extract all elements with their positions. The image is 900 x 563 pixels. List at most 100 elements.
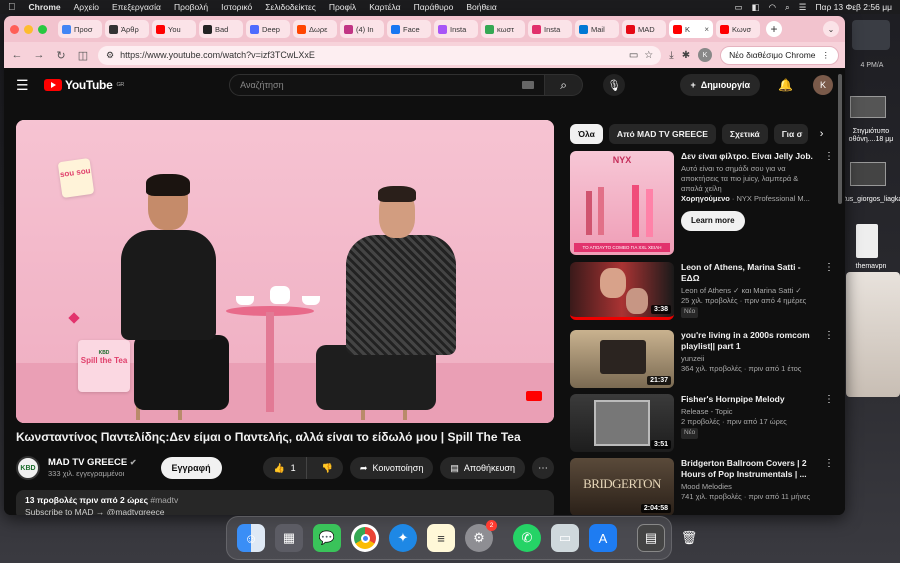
share-button[interactable]: ➦ Κοινοποίηση — [349, 457, 434, 479]
kebab-menu-icon[interactable]: ⋮ — [824, 394, 834, 452]
airplay-icon[interactable]: ▭ — [735, 2, 743, 13]
bookmark-star-icon[interactable]: ☆ — [644, 50, 653, 61]
desktop-file-screenshot[interactable]: Στιγμιότυπο οθόνη....18 μμ — [842, 128, 900, 145]
search-icon[interactable]: ⌕ — [785, 2, 790, 13]
tab[interactable]: Mail — [575, 20, 619, 38]
kebab-menu-icon[interactable]: ⋮ — [824, 262, 834, 320]
kebab-menu-icon[interactable]: ⋮ — [824, 151, 834, 255]
app-store-icon[interactable]: A — [589, 524, 617, 552]
video-player[interactable]: sou sou KBD Spill the Tea — [16, 120, 554, 423]
document-icon[interactable] — [856, 224, 878, 258]
desktop-file-liagkas[interactable]: 2us_giorgos_liagkas — [842, 196, 900, 204]
notes-icon[interactable]: ≡ — [427, 524, 455, 552]
chevron-right-icon[interactable]: › — [820, 128, 824, 140]
channel-name-row[interactable]: MAD TV GREECE ✔ — [48, 457, 137, 469]
address-bar[interactable]: ⚙ https://www.youtube.com/watch?v=izf3TC… — [98, 45, 662, 65]
save-button[interactable]: ▤ Αποθήκευση — [440, 457, 525, 479]
messages-icon[interactable]: 💬 — [313, 524, 341, 552]
preview-icon[interactable]: ▭ — [551, 524, 579, 552]
channel-name[interactable]: MAD TV GREECE — [48, 457, 127, 468]
search-button[interactable]: ⌕ — [545, 74, 584, 96]
video-thumbnail[interactable]: 3:38 — [570, 262, 674, 320]
sponsored-item[interactable]: NYX ΤΟ ΑΠΟΛΥΤΟ COMBO ΓΙΑ XXL ΧΕΙΛΗ Δεν ε… — [570, 151, 834, 255]
keyboard-icon[interactable] — [522, 81, 535, 89]
recommended-video-channel[interactable]: Mood Melodies — [681, 482, 817, 492]
recommended-video-channel[interactable]: yunzeii — [681, 354, 817, 364]
video-thumbnail[interactable]: 3:51 — [570, 394, 674, 452]
back-icon[interactable]: ← — [10, 49, 24, 61]
whatsapp-icon[interactable]: ✆ — [513, 524, 541, 552]
description-hashtag[interactable]: #madtv — [150, 495, 178, 505]
download-icon[interactable]: ⤓ — [669, 50, 673, 61]
tab[interactable]: Άρθρ — [105, 20, 149, 38]
tab[interactable]: Προσ — [58, 20, 102, 38]
create-button[interactable]: + Δημιουργία — [680, 74, 761, 96]
control-center-icon[interactable]: ☰ — [799, 2, 807, 13]
recommended-video[interactable]: 21:37 you're living in a 2000s romcom pl… — [570, 330, 834, 388]
tab[interactable]: Face — [387, 20, 431, 38]
site-info-icon[interactable]: ⚙ — [106, 50, 114, 61]
chip-all[interactable]: Όλα — [570, 124, 603, 144]
settings-icon[interactable]: ⚙ 2 — [465, 520, 497, 552]
menu-item-help[interactable]: Βοήθεια — [466, 2, 496, 12]
chip-from-channel[interactable]: Από MAD TV GREECE — [608, 124, 716, 144]
close-tab-icon[interactable]: × — [704, 25, 709, 34]
zoom-window-button[interactable] — [38, 24, 47, 34]
like-button[interactable]: 👍 1 — [263, 457, 307, 479]
forward-icon[interactable]: → — [32, 49, 46, 61]
recent-files-icon[interactable]: ▤ — [637, 524, 665, 552]
tab[interactable]: Insta — [528, 20, 572, 38]
chrome-icon[interactable] — [351, 524, 379, 552]
tab[interactable]: Deep — [246, 20, 290, 38]
chip-for-you[interactable]: Για σ — [773, 124, 808, 144]
recommended-video[interactable]: 3:51 Fisher's Hornpipe Melody Release - … — [570, 394, 834, 452]
update-chrome-button[interactable]: Νέο διαθέσιμο Chrome ⋮ — [720, 45, 839, 65]
menu-item-edit[interactable]: Επεξεργασία — [112, 2, 161, 12]
notifications-bell-icon[interactable]: 🔔 — [778, 78, 793, 92]
menu-app-name[interactable]: Chrome — [29, 2, 61, 12]
drive-icon[interactable] — [852, 20, 890, 50]
kebab-menu-icon[interactable]: ⋮ — [824, 458, 834, 515]
safari-icon[interactable]: ✦ — [389, 524, 417, 552]
tab-active[interactable]: K × — [669, 20, 713, 38]
account-avatar[interactable]: K — [813, 75, 833, 95]
folder-thumbnail-icon[interactable] — [850, 162, 886, 186]
tab[interactable]: (4) In — [340, 20, 384, 38]
chip-related[interactable]: Σχετικά — [721, 124, 768, 144]
sponsored-title[interactable]: Δεν είναι φίλτρο. Είναι Jelly Job. — [681, 151, 817, 162]
menu-item-tab[interactable]: Καρτέλα — [369, 2, 400, 12]
minimize-window-button[interactable] — [24, 24, 33, 34]
tab[interactable]: Insta — [434, 20, 478, 38]
tab[interactable]: Δωρε — [293, 20, 337, 38]
menu-item-bookmarks[interactable]: Σελιδοδείκτες — [265, 2, 316, 12]
kebab-menu-icon[interactable]: ⋮ — [824, 330, 834, 388]
recommended-video-channel[interactable]: Release - Topic — [681, 407, 817, 417]
recommended-video[interactable]: BRIDGERTON 2:04:58 Bridgerton Ballroom C… — [570, 458, 834, 515]
extensions-icon[interactable]: ✱ — [682, 50, 690, 61]
subscribe-button[interactable]: Εγγραφή — [160, 457, 222, 479]
learn-more-button[interactable]: Learn more — [681, 210, 745, 232]
screenshot-thumbnail-icon[interactable] — [850, 96, 886, 118]
trash-icon[interactable]: 🗑 — [675, 524, 703, 552]
voice-search-button[interactable]: 🎙 — [603, 74, 626, 96]
control-icon[interactable]: ◧ — [752, 2, 760, 13]
youtube-logo[interactable]: YouTube GR — [44, 78, 124, 92]
tab[interactable]: You — [152, 20, 196, 38]
side-panel-icon[interactable]: ◫ — [76, 49, 90, 62]
finder-icon[interactable]: ☺ — [237, 524, 265, 552]
clock[interactable]: Παρ 13 Φεβ 2:56 μμ — [815, 2, 892, 12]
video-thumbnail[interactable]: BRIDGERTON 2:04:58 — [570, 458, 674, 515]
apple-icon[interactable]:  — [8, 2, 16, 13]
tab-search-icon[interactable]: ⌄ — [823, 21, 839, 37]
tab[interactable]: Κωνσ — [716, 20, 760, 38]
recommended-video-title[interactable]: Fisher's Hornpipe Melody — [681, 394, 817, 405]
menu-item-view[interactable]: Προβολή — [174, 2, 208, 12]
close-window-button[interactable] — [10, 24, 19, 34]
recommended-video-title[interactable]: Leon of Athens, Marina Satti - ΕΔΩ — [681, 262, 817, 284]
sponsored-thumbnail[interactable]: NYX ΤΟ ΑΠΟΛΥΤΟ COMBO ΓΙΑ XXL ΧΕΙΛΗ — [570, 151, 674, 255]
wifi-icon[interactable]: ◠ — [769, 2, 776, 13]
launchpad-icon[interactable]: ▦ — [275, 524, 303, 552]
menu-item-profiles[interactable]: Προφίλ — [329, 2, 356, 12]
video-thumbnail[interactable]: 21:37 — [570, 330, 674, 388]
menu-item-history[interactable]: Ιστορικό — [221, 2, 252, 12]
